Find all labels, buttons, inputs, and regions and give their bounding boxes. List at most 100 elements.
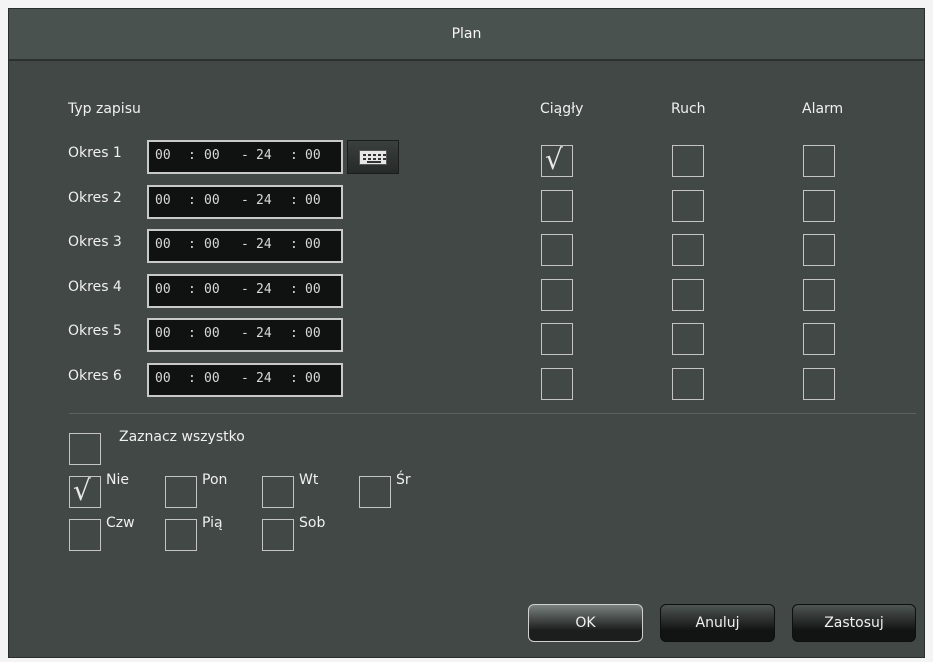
day-checkbox[interactable] <box>262 476 294 508</box>
separator-dash: - <box>241 282 249 297</box>
start-hour: 00 <box>155 326 171 341</box>
end-minute: 00 <box>305 237 321 252</box>
start-hour: 00 <box>155 237 171 252</box>
separator-colon: : <box>188 371 196 386</box>
period-1-motion-checkbox[interactable] <box>672 145 704 177</box>
keyboard-button[interactable] <box>347 140 399 174</box>
ok-button-label: OK <box>575 615 596 631</box>
end-minute: 00 <box>305 326 321 341</box>
select-all-label: Zaznacz wszystko <box>119 429 245 445</box>
separator-colon: : <box>188 326 196 341</box>
end-hour: 24 <box>256 237 272 252</box>
separator-colon: : <box>188 282 196 297</box>
separator-colon: : <box>290 326 298 341</box>
period-5-motion-checkbox[interactable] <box>672 323 704 355</box>
separator-dash: - <box>241 237 249 252</box>
separator-dash: - <box>241 193 249 208</box>
start-minute: 00 <box>204 237 220 252</box>
day-checkbox[interactable] <box>359 476 391 508</box>
separator-dash: - <box>241 326 249 341</box>
period-3-motion-checkbox[interactable] <box>672 234 704 266</box>
record-type-header: Typ zapisu <box>68 101 141 117</box>
day-label: Pią <box>202 515 223 531</box>
period-6-alarm-checkbox[interactable] <box>803 368 835 400</box>
period-4-alarm-checkbox[interactable] <box>803 279 835 311</box>
day-label: Wt <box>299 472 319 488</box>
period-time-field[interactable]: 00:00-24:00 <box>147 140 343 174</box>
period-4-continuous-checkbox[interactable] <box>541 279 573 311</box>
separator-colon: : <box>188 148 196 163</box>
day-label: Nie <box>106 472 129 488</box>
end-minute: 00 <box>305 148 321 163</box>
day-checkbox[interactable] <box>165 519 197 551</box>
day-checkbox[interactable] <box>165 476 197 508</box>
separator-colon: : <box>290 148 298 163</box>
separator-colon: : <box>290 282 298 297</box>
check-icon: √ <box>545 143 563 176</box>
start-hour: 00 <box>155 148 171 163</box>
period-4-motion-checkbox[interactable] <box>672 279 704 311</box>
start-minute: 00 <box>204 193 220 208</box>
apply-button-label: Zastosuj <box>824 615 884 631</box>
period-time-field[interactable]: 00:00-24:00 <box>147 274 343 308</box>
start-minute: 00 <box>204 148 220 163</box>
period-time-field[interactable]: 00:00-24:00 <box>147 318 343 352</box>
period-label: Okres 2 <box>68 190 122 206</box>
period-6-continuous-checkbox[interactable] <box>541 368 573 400</box>
end-hour: 24 <box>256 326 272 341</box>
period-2-alarm-checkbox[interactable] <box>803 190 835 222</box>
separator-colon: : <box>290 371 298 386</box>
day-label: Sob <box>299 515 326 531</box>
start-minute: 00 <box>204 282 220 297</box>
period-1-continuous-checkbox[interactable]: √ <box>541 143 573 177</box>
keyboard-icon <box>359 150 387 165</box>
start-hour: 00 <box>155 371 171 386</box>
motion-header: Ruch <box>671 101 706 117</box>
end-minute: 00 <box>305 282 321 297</box>
apply-button[interactable]: Zastosuj <box>792 604 916 642</box>
end-hour: 24 <box>256 193 272 208</box>
period-label: Okres 1 <box>68 145 122 161</box>
end-hour: 24 <box>256 371 272 386</box>
section-divider <box>69 413 916 414</box>
dialog-title: Plan <box>451 26 482 42</box>
end-hour: 24 <box>256 148 272 163</box>
alarm-header: Alarm <box>802 101 844 117</box>
end-hour: 24 <box>256 282 272 297</box>
continuous-header: Ciągły <box>540 101 584 117</box>
period-time-field[interactable]: 00:00-24:00 <box>147 363 343 397</box>
period-3-alarm-checkbox[interactable] <box>803 234 835 266</box>
start-minute: 00 <box>204 326 220 341</box>
cancel-button-label: Anuluj <box>695 615 740 631</box>
separator-colon: : <box>188 193 196 208</box>
separator-colon: : <box>188 237 196 252</box>
period-label: Okres 5 <box>68 323 122 339</box>
period-label: Okres 3 <box>68 234 122 250</box>
ok-button[interactable]: OK <box>528 604 643 642</box>
end-minute: 00 <box>305 371 321 386</box>
start-minute: 00 <box>204 371 220 386</box>
separator-colon: : <box>290 193 298 208</box>
period-3-continuous-checkbox[interactable] <box>541 234 573 266</box>
check-icon: √ <box>73 474 91 507</box>
period-1-alarm-checkbox[interactable] <box>803 145 835 177</box>
day-checkbox[interactable]: √ <box>69 474 101 508</box>
day-label: Pon <box>202 472 228 488</box>
plan-dialog: Plan Typ zapisu Ciągły Ruch Alarm Okres … <box>8 8 925 658</box>
period-5-alarm-checkbox[interactable] <box>803 323 835 355</box>
period-2-motion-checkbox[interactable] <box>672 190 704 222</box>
period-2-continuous-checkbox[interactable] <box>541 190 573 222</box>
day-label: Śr <box>396 472 411 488</box>
day-checkbox[interactable] <box>262 519 294 551</box>
start-hour: 00 <box>155 193 171 208</box>
select-all-checkbox[interactable] <box>69 433 101 465</box>
end-minute: 00 <box>305 193 321 208</box>
start-hour: 00 <box>155 282 171 297</box>
period-5-continuous-checkbox[interactable] <box>541 323 573 355</box>
day-checkbox[interactable] <box>69 519 101 551</box>
cancel-button[interactable]: Anuluj <box>660 604 775 642</box>
period-6-motion-checkbox[interactable] <box>672 368 704 400</box>
period-label: Okres 6 <box>68 368 122 384</box>
period-time-field[interactable]: 00:00-24:00 <box>147 185 343 219</box>
period-time-field[interactable]: 00:00-24:00 <box>147 229 343 263</box>
